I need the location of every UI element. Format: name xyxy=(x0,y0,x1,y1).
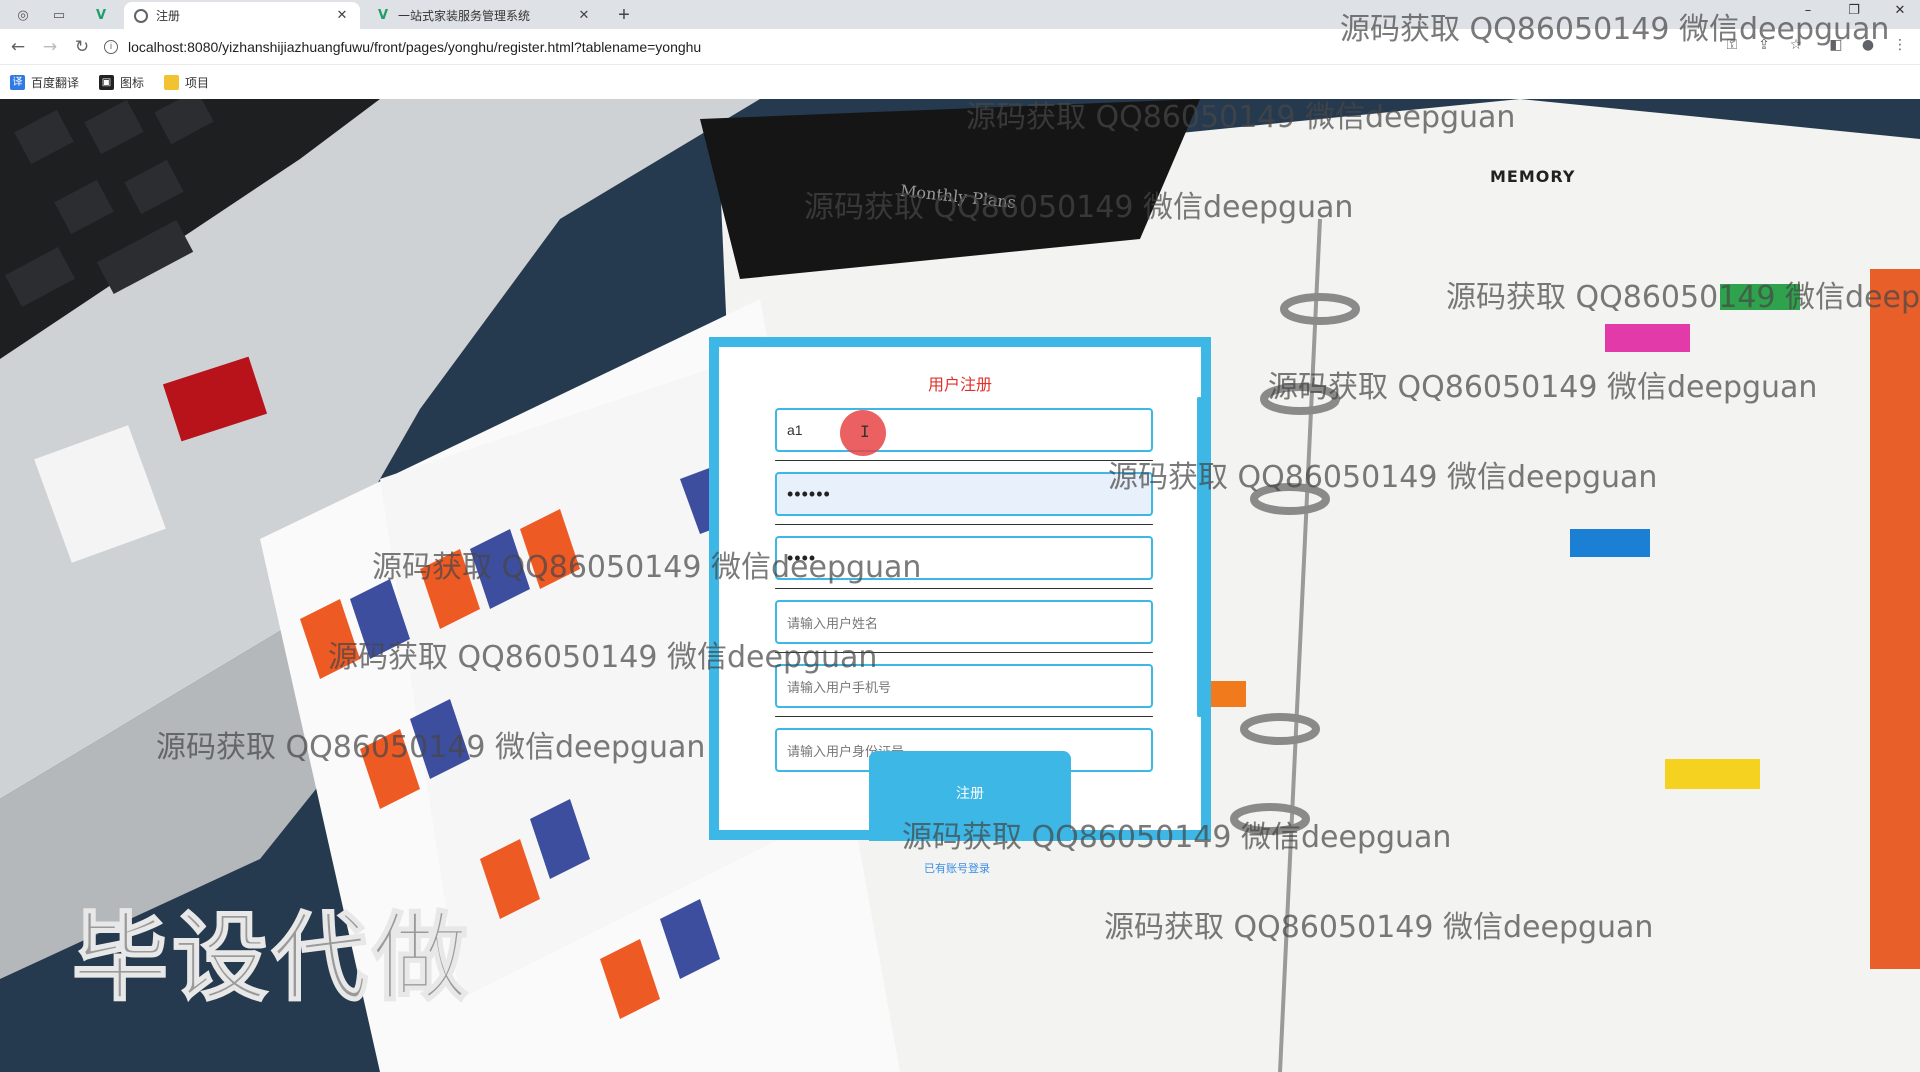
bookmark-project[interactable]: 项目 xyxy=(164,74,209,91)
password-value: •••••• xyxy=(787,483,831,504)
close-tab-icon[interactable]: ✕ xyxy=(334,8,350,23)
tab-title: 注册 xyxy=(156,9,181,23)
form-scrollbar[interactable] xyxy=(1197,397,1204,717)
bookmark-label: 项目 xyxy=(185,75,210,90)
text-cursor-icon: I xyxy=(860,422,870,441)
form-title: 用户注册 xyxy=(927,377,992,394)
translate-icon: 译 xyxy=(10,74,25,90)
reload-icon[interactable]: ↻ xyxy=(70,35,94,59)
close-window-icon[interactable]: ✕ xyxy=(1886,3,1914,18)
bookmark-label: 百度翻译 xyxy=(31,75,80,90)
chrome-icon[interactable]: ◎ xyxy=(8,4,38,26)
watermark: 源码获取 QQ86050149 微信deepguan xyxy=(372,550,922,585)
site-info-icon[interactable]: i xyxy=(104,40,118,54)
new-tab-button[interactable]: + xyxy=(612,3,636,27)
tab-system[interactable]: V 一站式家装服务管理系统 ✕ xyxy=(366,2,602,29)
tab-title: 一站式家装服务管理系统 xyxy=(398,9,531,23)
tab-register[interactable]: 注册 ✕ xyxy=(124,2,360,29)
watermark: 源码获取 QQ86050149 微信deepguan xyxy=(1340,12,1890,47)
watermark: 源码获取 QQ86050149 微信deepguan xyxy=(902,820,1452,855)
watermark: 源码获取 QQ86050149 微信deepguan xyxy=(804,190,1354,225)
folder-icon xyxy=(164,74,180,90)
login-link[interactable]: 已有账号登录 xyxy=(924,860,990,876)
v-logo-icon: V xyxy=(377,8,389,23)
menu-icon[interactable]: ⋮ xyxy=(1890,37,1910,57)
promo-overlay-text: 毕设代做 xyxy=(71,901,472,1015)
pinned-tab-v-icon[interactable]: V xyxy=(86,4,116,26)
watermark: 源码获取 QQ86050149 微信deepguan xyxy=(1268,370,1818,405)
close-tab-icon[interactable]: ✕ xyxy=(576,8,592,23)
bookmarks-bar: 译 百度翻译 ▣ 图标 项目 xyxy=(0,65,1920,99)
account-value: a1 xyxy=(787,422,803,438)
image-icon: ▣ xyxy=(99,74,115,90)
watermark: 源码获取 QQ86050149 微信deepguan xyxy=(1104,910,1654,945)
password-input[interactable]: •••••• xyxy=(775,472,1153,516)
memory-label: MEMORY xyxy=(1490,167,1576,186)
watermark: 源码获取 QQ86050149 微信deepguan xyxy=(1446,280,1920,315)
watermark: 源码获取 QQ86050149 微信deepguan xyxy=(328,640,878,675)
account-input[interactable]: a1 xyxy=(775,408,1153,452)
bookmark-label: 图标 xyxy=(120,75,145,90)
url-text: localhost:8080/yizhanshijiazhuangfuwu/fr… xyxy=(128,39,702,55)
forward-icon[interactable]: → xyxy=(38,35,62,59)
bookmark-translate[interactable]: 译 百度翻译 xyxy=(10,74,79,91)
field-divider xyxy=(775,460,1153,461)
watermark: 源码获取 QQ86050149 微信deepguan xyxy=(966,100,1516,135)
field-divider xyxy=(775,588,1153,589)
bookmark-icons[interactable]: ▣ 图标 xyxy=(99,74,144,91)
field-divider xyxy=(775,716,1153,717)
pinned-tab-icon[interactable]: ▭ xyxy=(44,4,74,26)
field-divider xyxy=(775,524,1153,525)
watermark: 源码获取 QQ86050149 微信deepguan xyxy=(1108,460,1658,495)
username-placeholder: 请输入用户姓名 xyxy=(787,615,879,631)
register-card: 用户注册 a1 •••••• •••• 请输入用户姓名 请输入用户手机号 请输入… xyxy=(709,337,1211,841)
back-icon[interactable]: ← xyxy=(6,35,30,59)
globe-icon xyxy=(134,8,148,23)
phone-placeholder: 请输入用户手机号 xyxy=(787,679,892,695)
watermark: 源码获取 QQ86050149 微信deepguan xyxy=(156,730,706,765)
